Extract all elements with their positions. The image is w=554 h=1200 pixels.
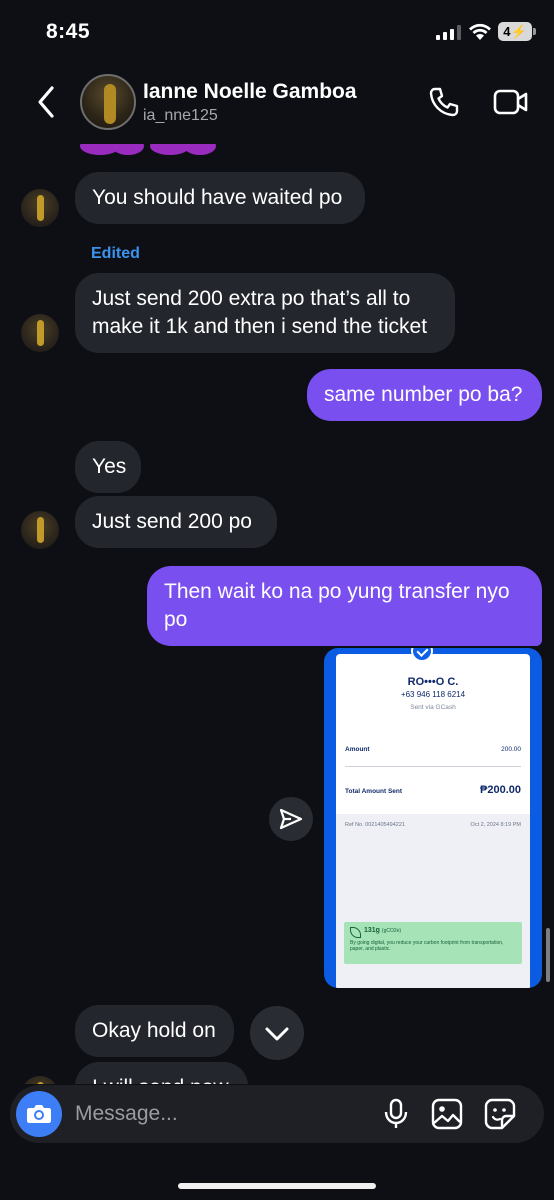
receipt-recipient: RO•••O C. [407,676,459,688]
charging-bolt-icon: ⚡ [510,24,527,39]
contact-avatar-small[interactable] [21,511,59,549]
wifi-icon [469,23,491,40]
status-time: 8:45 [46,20,91,43]
chevron-down-icon [265,1027,289,1041]
emoji-reaction-partial [80,144,216,155]
sticker-icon[interactable] [484,1098,516,1130]
gcash-receipt-image[interactable]: RO•••O C. +63 946 118 6214 Sent via GCas… [324,648,542,988]
battery-icon: 4⚡ [498,22,536,41]
camera-icon [27,1105,51,1123]
receipt-total-value: ₱200.00 [480,784,521,796]
camera-button[interactable] [16,1091,62,1137]
incoming-message[interactable]: I will send now [75,1062,248,1084]
call-icon[interactable] [428,86,460,118]
back-icon[interactable] [34,84,58,120]
share-button[interactable] [269,797,313,841]
contact-handle[interactable]: ia_nne125 [143,107,218,125]
outgoing-message[interactable]: same number po ba? [307,369,542,421]
message-composer [10,1085,544,1143]
signal-icon [436,25,461,40]
receipt-amount-label: Amount [345,746,370,753]
contact-avatar-small[interactable] [21,1076,59,1084]
battery-level: 4 [503,24,511,39]
home-indicator[interactable] [178,1183,376,1189]
status-bar: 8:45 4⚡ [0,0,554,64]
incoming-message[interactable]: Okay hold on [75,1005,234,1057]
receipt-ref-number: Ref No. 0021405494221 [345,822,405,828]
incoming-message[interactable]: Yes [75,441,141,493]
leaf-icon [350,927,361,938]
receipt-sent-via: Sent via GCash [410,704,456,711]
contact-avatar-small[interactable] [21,314,59,352]
edited-label: Edited [91,245,140,262]
chat-header: Ianne Noelle Gamboa ia_nne125 [0,64,554,144]
microphone-icon[interactable] [384,1098,408,1130]
receipt-divider [345,766,521,767]
video-call-icon[interactable] [493,88,529,116]
incoming-message[interactable]: Just send 200 po [75,496,277,548]
contact-name[interactable]: Ianne Noelle Gamboa [143,80,357,104]
contact-avatar-small[interactable] [21,189,59,227]
receipt-amount-value: 200.00 [501,746,521,753]
message-thread[interactable]: You should have waited po Edited Just se… [0,144,554,1084]
outgoing-message[interactable]: Then wait ko na po yung transfer nyo po [147,566,542,646]
receipt-card: RO•••O C. +63 946 118 6214 Sent via GCas… [336,654,530,988]
carbon-savings-banner: 131g (gCO2e) By going digital, you reduc… [344,922,522,964]
message-input[interactable] [75,1097,355,1131]
carbon-note: By going digital, you reduce your carbon… [350,940,504,952]
scrollbar[interactable] [546,928,550,982]
receipt-total-label: Total Amount Sent [345,788,403,795]
incoming-message[interactable]: You should have waited po [75,172,365,224]
receipt-date: Oct 2, 2024 8:19 PM [470,822,521,828]
contact-avatar[interactable] [80,74,136,130]
receipt-phone: +63 946 118 6214 [400,690,466,699]
incoming-message[interactable]: Just send 200 extra po that’s all to mak… [75,273,455,353]
carbon-grams: 131g (gCO2e) [364,927,402,934]
scroll-to-bottom-button[interactable] [250,1006,304,1060]
send-icon [279,808,303,830]
gallery-icon[interactable] [431,1098,463,1130]
